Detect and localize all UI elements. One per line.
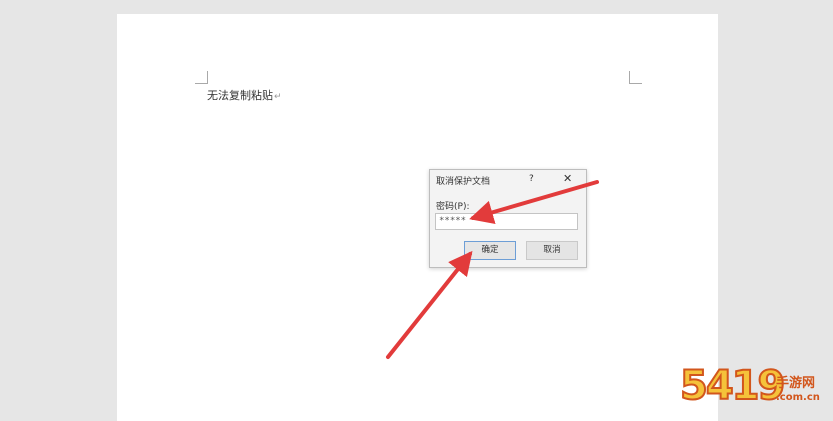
- annotation-arrows: [386, 180, 599, 359]
- watermark-text: 手游网 .com.cn: [776, 376, 820, 405]
- screen: 无法复制粘贴↵ 取消保护文档 ? ✕ 密码(P): ***** 确定 取消 54…: [0, 0, 833, 421]
- watermark-name: 手游网: [776, 376, 816, 391]
- watermark-number: 5419: [679, 362, 786, 410]
- site-watermark: 5419 手游网 .com.cn: [679, 362, 830, 418]
- arrow-to-password-input: [469, 180, 599, 224]
- arrow-to-ok-button: [386, 250, 473, 359]
- watermark-url: .com.cn: [776, 392, 820, 403]
